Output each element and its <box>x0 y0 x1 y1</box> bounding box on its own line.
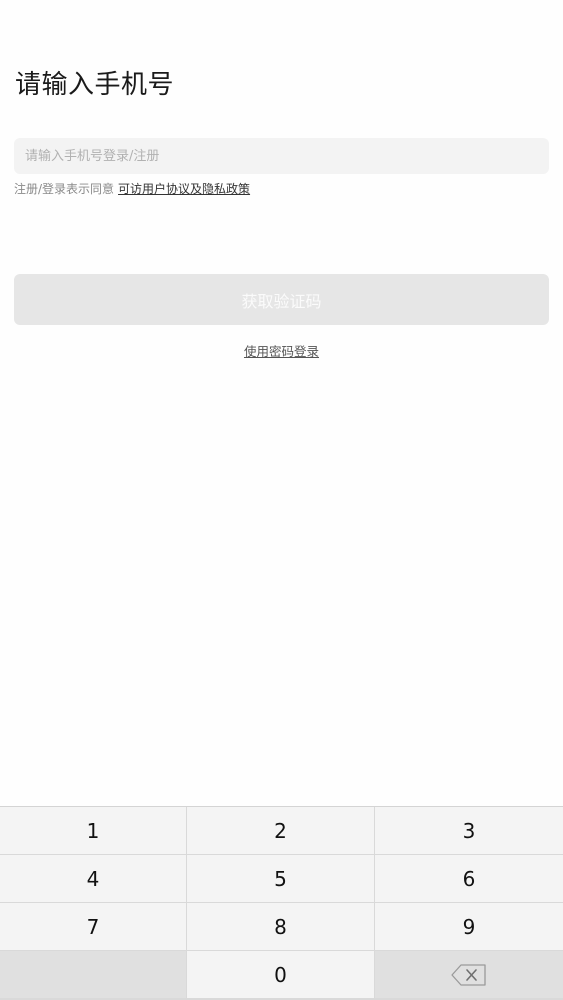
key-0[interactable]: 0 <box>187 951 374 998</box>
key-5[interactable]: 5 <box>187 855 374 902</box>
agreement-link[interactable]: 可访用户协议及隐私政策 <box>118 182 250 196</box>
agreement-prefix: 注册/登录表示同意 <box>14 182 115 196</box>
backspace-icon <box>451 963 486 986</box>
get-code-button[interactable]: 获取验证码 <box>14 274 549 325</box>
key-8[interactable]: 8 <box>187 903 374 950</box>
numeric-keypad: 1 2 3 4 5 6 7 8 9 0 <box>0 806 563 1000</box>
phone-input[interactable] <box>14 138 549 174</box>
key-2[interactable]: 2 <box>187 807 374 854</box>
key-3[interactable]: 3 <box>375 807 563 854</box>
key-9[interactable]: 9 <box>375 903 563 950</box>
key-1[interactable]: 1 <box>0 807 186 854</box>
agreement-text: 注册/登录表示同意 可访用户协议及隐私政策 <box>14 180 250 197</box>
key-7[interactable]: 7 <box>0 903 186 950</box>
key-6[interactable]: 6 <box>375 855 563 902</box>
login-screen: 请输入手机号 注册/登录表示同意可访用户协议及隐私政策 获取验证码 使用密码登录… <box>0 0 563 1000</box>
password-login-link[interactable]: 使用密码登录 <box>244 344 319 359</box>
key-blank <box>0 951 186 998</box>
password-login-row: 使用密码登录 <box>0 341 563 360</box>
key-4[interactable]: 4 <box>0 855 186 902</box>
backspace-key[interactable] <box>375 951 563 998</box>
page-title: 请输入手机号 <box>15 70 175 100</box>
